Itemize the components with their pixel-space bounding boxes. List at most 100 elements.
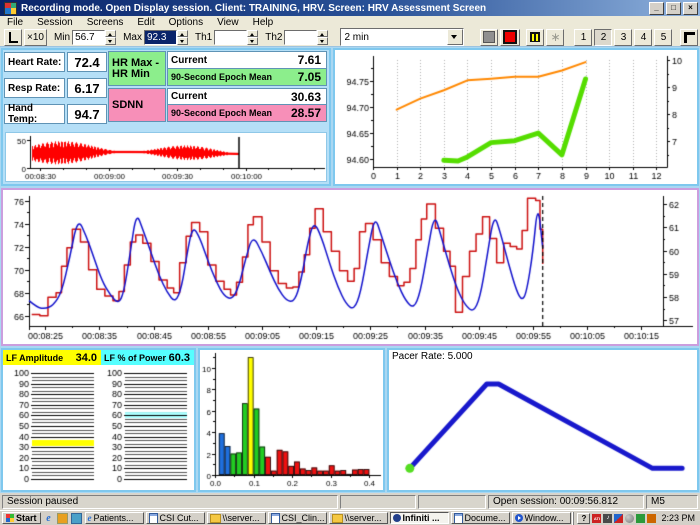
- folder-icon: [332, 514, 343, 523]
- heart-rate-value: 72.4: [67, 52, 107, 72]
- hr-minmax-title: HR Max -HR Min: [108, 51, 166, 86]
- ati-tray-icon[interactable]: ATI: [592, 514, 601, 523]
- pacer-chart-canvas: [389, 364, 697, 488]
- lf-meters-canvas: [3, 365, 194, 490]
- min-spin-up-icon[interactable]: [105, 30, 116, 38]
- display-tray-icon[interactable]: [614, 514, 623, 523]
- hist-chart-canvas: [200, 350, 383, 490]
- heart-rate-label: Heart Rate:: [4, 52, 65, 72]
- infiniti-app-icon: [393, 514, 401, 522]
- task-csi-cut[interactable]: CSI Cut...: [146, 512, 205, 524]
- stats-panel: Heart Rate: 72.4 Resp Rate: 6.17 Hand Te…: [1, 48, 331, 186]
- menu-edit[interactable]: Edit: [130, 17, 161, 28]
- resp-rate-value: 6.17: [67, 78, 107, 98]
- screen-2-button[interactable]: 2: [594, 29, 612, 46]
- th2-label: Th2: [265, 32, 282, 43]
- screen-4-button[interactable]: 4: [634, 29, 652, 46]
- menu-options[interactable]: Options: [162, 17, 210, 28]
- ibi-histogram-chart: [198, 348, 385, 492]
- dropdown-arrow-icon[interactable]: [447, 29, 463, 45]
- menu-file[interactable]: File: [0, 17, 30, 28]
- status-mode: M5: [646, 495, 698, 509]
- window-title: Recording mode. Open Display session. Cl…: [21, 3, 647, 14]
- lf-amplitude-value: 34.0: [76, 352, 97, 364]
- task-server-2[interactable]: \\server...: [329, 512, 388, 524]
- hand-temp-label: Hand Temp:: [4, 104, 65, 124]
- th2-spin-down-icon[interactable]: [317, 37, 328, 45]
- min-value-input[interactable]: 56.7: [72, 30, 105, 45]
- task-patients[interactable]: ePatients...: [85, 512, 144, 524]
- time-scale-dropdown[interactable]: 2 min: [340, 28, 464, 46]
- quick-launch-desktop-icon[interactable]: [57, 513, 69, 524]
- th1-spin-up-icon[interactable]: [247, 30, 258, 38]
- th2-value-input[interactable]: [284, 30, 317, 45]
- snowflake-button: ∗: [546, 29, 564, 46]
- folder-icon: [210, 514, 221, 523]
- task-csi-clin[interactable]: CSI_Clin...: [268, 512, 327, 524]
- resp-rate-label: Resp Rate:: [4, 78, 65, 98]
- min-spin-down-icon[interactable]: [105, 37, 116, 45]
- hr-minmax-epoch-row: 90-Second Epoch Mean 7.05: [167, 68, 327, 86]
- quick-launch-ie-icon[interactable]: e: [43, 513, 55, 524]
- document-icon: [271, 513, 280, 524]
- layout-button[interactable]: [680, 29, 698, 46]
- max-spinbox: 92.3: [144, 30, 188, 45]
- task-document[interactable]: Docume...: [451, 512, 510, 524]
- task-media-player[interactable]: Window...: [512, 512, 571, 524]
- antivirus-tray-icon[interactable]: [636, 514, 645, 523]
- help-tray-button[interactable]: ?: [577, 513, 590, 524]
- gray-swatch-button[interactable]: [480, 29, 498, 46]
- close-button[interactable]: ×: [683, 2, 698, 15]
- task-label: Window...: [525, 513, 564, 523]
- status-session-state: Session paused: [2, 495, 338, 509]
- start-button[interactable]: Start: [2, 512, 41, 524]
- max-spin-up-icon[interactable]: [177, 30, 188, 38]
- task-label: \\server...: [345, 513, 382, 523]
- th1-label: Th1: [195, 32, 212, 43]
- sync-tray-icon[interactable]: [647, 514, 656, 523]
- status-segment-3: [418, 495, 486, 509]
- hr-breathing-chart: [1, 188, 699, 346]
- task-server-1[interactable]: \\server...: [207, 512, 266, 524]
- taskbar-clock: 2:23 PM: [658, 513, 698, 523]
- max-spin-down-icon[interactable]: [177, 37, 188, 45]
- max-spin-arrows: [177, 30, 188, 45]
- snowflake-icon: ∗: [550, 32, 560, 42]
- sdnn-epoch-row: 90-Second Epoch Mean 28.57: [167, 104, 327, 122]
- th1-value-input[interactable]: [214, 30, 247, 45]
- max-label: Max: [123, 32, 142, 43]
- sdnn-title: SDNN: [108, 88, 166, 122]
- pause-marker-button[interactable]: [526, 29, 544, 46]
- red-swatch-button[interactable]: [500, 29, 520, 46]
- x10-button[interactable]: ×10: [24, 29, 47, 46]
- max-value-input[interactable]: 92.3: [144, 30, 177, 45]
- raw-chart-canvas: [6, 133, 326, 181]
- network-tray-icon[interactable]: [625, 514, 634, 523]
- screen-3-button[interactable]: 3: [614, 29, 632, 46]
- task-infiniti[interactable]: Infiniti ...: [390, 512, 449, 524]
- volume-tray-icon[interactable]: ♪: [603, 514, 612, 523]
- screen-5-button[interactable]: 5: [654, 29, 672, 46]
- menu-session[interactable]: Session: [30, 17, 80, 28]
- hr-minmax-current-label: Current: [171, 55, 207, 66]
- app-icon: [4, 2, 17, 15]
- status-segment-2: [340, 495, 416, 509]
- th1-spin-arrows: [247, 30, 258, 45]
- time-scale-value: 2 min: [341, 32, 447, 43]
- lf-amplitude-header: LF Amplitude 34.0: [3, 350, 101, 365]
- scale-mode-button[interactable]: [4, 29, 22, 46]
- minimize-button[interactable]: _: [649, 2, 664, 15]
- hr-minmax-epoch-label: 90-Second Epoch Mean: [171, 72, 272, 82]
- menu-view[interactable]: View: [210, 17, 246, 28]
- th1-spin-down-icon[interactable]: [247, 37, 258, 45]
- screen-1-button[interactable]: 1: [574, 29, 592, 46]
- menu-help[interactable]: Help: [246, 17, 281, 28]
- main-chart-canvas: [3, 190, 697, 344]
- task-label: Docume...: [465, 513, 506, 523]
- th2-spin-up-icon[interactable]: [317, 30, 328, 38]
- lf-amplitude-label: LF Amplitude: [6, 353, 63, 363]
- raw-signal-chart: [5, 132, 327, 182]
- menu-screens[interactable]: Screens: [80, 17, 131, 28]
- maximize-button[interactable]: □: [666, 2, 681, 15]
- quick-launch-mail-icon[interactable]: [71, 513, 83, 524]
